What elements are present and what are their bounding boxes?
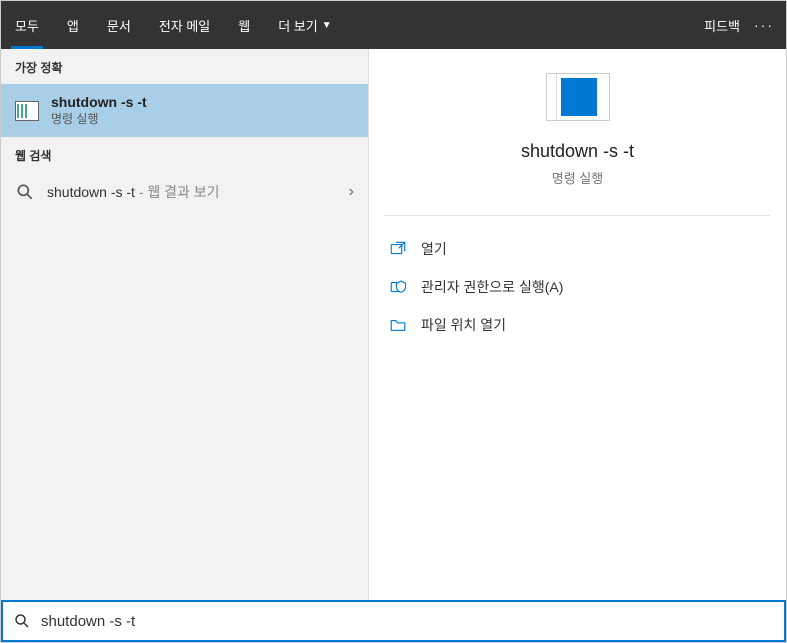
chevron-right-icon: › (349, 183, 354, 201)
search-icon (13, 612, 31, 630)
web-search-result[interactable]: shutdown -s -t - 웹 결과 보기 › (1, 172, 368, 212)
action-open[interactable]: 열기 (385, 230, 770, 268)
tab-email[interactable]: 전자 메일 (145, 1, 224, 49)
results-pane: 가장 정확 shutdown -s -t 명령 실행 웹 검색 shutdown… (1, 49, 369, 600)
tab-label: 웹 (238, 16, 250, 35)
tab-docs[interactable]: 문서 (93, 1, 145, 49)
result-subtitle: 명령 실행 (51, 110, 147, 127)
web-result-text: shutdown -s -t - 웹 결과 보기 (47, 182, 337, 202)
tab-label: 전자 메일 (159, 16, 210, 35)
header-bar: 모두 앱 문서 전자 메일 웹 더 보기 ▼ 피드백 ··· (1, 1, 786, 49)
feedback-link[interactable]: 피드백 (704, 16, 740, 35)
preview-pane: shutdown -s -t 명령 실행 열기 관리자 권한으로 실행(A) (369, 49, 786, 600)
tab-web[interactable]: 웹 (224, 1, 264, 49)
action-label: 파일 위치 열기 (421, 315, 506, 335)
best-match-result[interactable]: shutdown -s -t 명령 실행 (1, 84, 368, 137)
folder-icon (389, 316, 407, 334)
search-input[interactable] (41, 613, 774, 630)
shield-icon (389, 278, 407, 296)
result-text: shutdown -s -t 명령 실행 (51, 94, 147, 127)
web-suffix: - 웹 결과 보기 (135, 184, 220, 200)
tab-label: 앱 (67, 16, 79, 35)
tab-label: 더 보기 (278, 16, 318, 35)
tab-label: 모두 (15, 16, 39, 35)
open-icon (389, 240, 407, 258)
tab-more[interactable]: 더 보기 ▼ (264, 1, 345, 49)
action-run-admin[interactable]: 관리자 권한으로 실행(A) (385, 268, 770, 306)
web-query: shutdown -s -t (47, 184, 135, 200)
best-match-header: 가장 정확 (1, 49, 368, 84)
header-right: 피드백 ··· (704, 1, 786, 49)
main-content: 가장 정확 shutdown -s -t 명령 실행 웹 검색 shutdown… (1, 49, 786, 600)
action-open-location[interactable]: 파일 위치 열기 (385, 306, 770, 344)
header-tabs: 모두 앱 문서 전자 메일 웹 더 보기 ▼ (1, 1, 346, 49)
preview-title: shutdown -s -t (521, 141, 634, 162)
action-label: 관리자 권한으로 실행(A) (421, 277, 563, 297)
preview-app-icon (546, 73, 610, 121)
web-search-header: 웹 검색 (1, 137, 368, 172)
tab-all[interactable]: 모두 (1, 1, 53, 49)
action-label: 열기 (421, 239, 447, 259)
more-options-icon[interactable]: ··· (754, 17, 774, 33)
search-bar[interactable] (1, 600, 786, 642)
app-icon (15, 101, 39, 121)
result-title: shutdown -s -t (51, 94, 147, 110)
actions-list: 열기 관리자 권한으로 실행(A) 파일 위치 열기 (385, 216, 770, 358)
tab-label: 문서 (107, 16, 131, 35)
search-icon (15, 182, 35, 202)
chevron-down-icon: ▼ (322, 20, 332, 31)
tab-apps[interactable]: 앱 (53, 1, 93, 49)
preview-subtitle: 명령 실행 (552, 168, 603, 187)
preview-header: shutdown -s -t 명령 실행 (385, 73, 770, 216)
